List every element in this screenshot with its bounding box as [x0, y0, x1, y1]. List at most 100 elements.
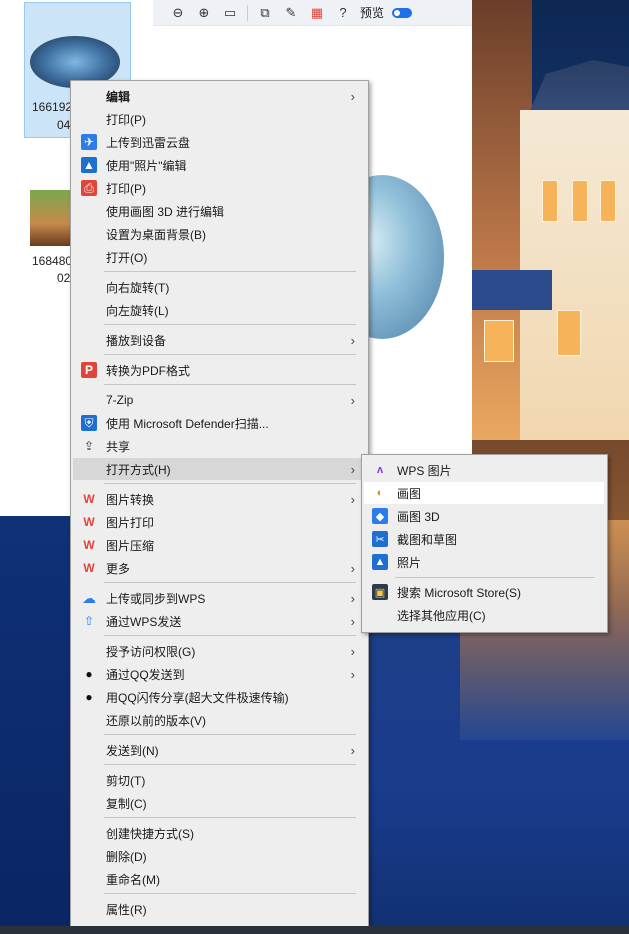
menu-item-cut[interactable]: 剪切(T) — [73, 769, 365, 791]
menu-separator — [104, 271, 356, 272]
submenu-item-snip-sketch[interactable]: ✂ 截图和草图 — [364, 528, 604, 550]
file-name-line2[interactable]: 04 — [57, 118, 70, 132]
send-icon: ⇧ — [83, 614, 95, 628]
submenu-item-choose-other-app[interactable]: 选择其他应用(C) — [364, 604, 604, 626]
menu-item-open[interactable]: 打开(O) — [73, 246, 365, 268]
menu-item-edit[interactable]: 编辑 › — [73, 85, 365, 107]
file-name-line1[interactable]: 168480 — [32, 254, 72, 268]
submenu-item-search-store[interactable]: ▣ 搜索 Microsoft Store(S) — [364, 581, 604, 603]
menu-item-send-to[interactable]: 发送到(N) › — [73, 739, 365, 761]
menu-item-delete[interactable]: 删除(D) — [73, 845, 365, 867]
photos-icon: ▲ — [81, 157, 97, 173]
menu-item-more[interactable]: W 更多 › — [73, 557, 365, 579]
submenu-item-label: 搜索 Microsoft Store(S) — [397, 585, 522, 600]
menu-item-label: 上传到迅雷云盘 — [106, 135, 191, 150]
wps-icon: W — [83, 492, 95, 506]
pdf-icon: P — [81, 362, 97, 378]
print-icon[interactable]: ▭ — [221, 4, 239, 22]
menu-item-label: 使用"照片"编辑 — [106, 158, 187, 173]
snip-icon: ✂ — [372, 531, 388, 547]
file-thumbnail[interactable] — [30, 190, 72, 246]
menu-item-wps-send[interactable]: ⇧ 通过WPS发送 › — [73, 610, 365, 632]
menu-item-rotate-left[interactable]: 向左旋转(L) — [73, 299, 365, 321]
submenu-item-label: WPS 图片 — [397, 463, 452, 478]
menu-item-label: 编辑 — [106, 89, 131, 104]
menu-item-image-compress[interactable]: W 图片压缩 — [73, 534, 365, 556]
apps-icon[interactable]: ▦ — [308, 4, 326, 22]
menu-item-rename[interactable]: 重命名(M) — [73, 868, 365, 890]
menu-item-7zip[interactable]: 7-Zip › — [73, 389, 365, 411]
menu-item-label: 剪切(T) — [106, 773, 146, 788]
chevron-right-icon: › — [350, 613, 355, 629]
menu-item-image-convert[interactable]: W 图片转换 › — [73, 488, 365, 510]
menu-item-open-with[interactable]: 打开方式(H) › — [73, 458, 365, 480]
toolbar-divider — [247, 4, 248, 21]
menu-separator — [104, 734, 356, 735]
menu-item-label: 创建快捷方式(S) — [106, 826, 194, 841]
menu-item-qq-flash-share[interactable]: ● 用QQ闪传分享(超大文件极速传输) — [73, 686, 365, 708]
menu-item-grant-access[interactable]: 授予访问权限(G) › — [73, 640, 365, 662]
menu-item-properties[interactable]: 属性(R) — [73, 898, 365, 920]
zoom-out-icon[interactable]: ⊖ — [169, 4, 187, 22]
submenu-item-label: 画图 — [397, 486, 422, 501]
menu-item-label: 用QQ闪传分享(超大文件极速传输) — [106, 690, 289, 705]
menu-item-label: 重命名(M) — [106, 872, 160, 887]
menu-item-rotate-right[interactable]: 向右旋转(T) — [73, 276, 365, 298]
qq-icon: ● — [85, 690, 93, 704]
window — [557, 310, 581, 356]
menu-item-share[interactable]: ⇪ 共享 — [73, 435, 365, 457]
help-icon[interactable]: ? — [334, 4, 352, 22]
chevron-right-icon: › — [350, 461, 355, 477]
preview-label: 预览 — [360, 6, 385, 20]
menu-item-label: 上传或同步到WPS — [106, 591, 206, 606]
zoom-in-icon[interactable]: ⊕ — [195, 4, 213, 22]
submenu-item-wps-pictures[interactable]: ʌ WPS 图片 — [364, 459, 604, 481]
menu-separator — [104, 764, 356, 765]
chevron-right-icon: › — [350, 88, 355, 104]
printer-icon: ⎙ — [81, 180, 97, 196]
edit-icon[interactable]: ✎ — [282, 4, 300, 22]
qq-icon: ● — [85, 667, 93, 681]
menu-item-convert-pdf[interactable]: P 转换为PDF格式 — [73, 359, 365, 381]
submenu-item-paint3d[interactable]: ◆ 画图 3D — [364, 505, 604, 527]
window — [484, 320, 514, 362]
menu-item-cast-to-device[interactable]: 播放到设备 › — [73, 329, 365, 351]
copy-icon[interactable]: ⧉ — [256, 4, 274, 22]
menu-item-create-shortcut[interactable]: 创建快捷方式(S) — [73, 822, 365, 844]
menu-item-label: 复制(C) — [106, 796, 147, 811]
menu-item-label: 打印(P) — [106, 112, 146, 127]
menu-item-set-wallpaper[interactable]: 设置为桌面背景(B) — [73, 223, 365, 245]
menu-item-copy[interactable]: 复制(C) — [73, 792, 365, 814]
chevron-right-icon: › — [350, 560, 355, 576]
menu-item-label: 设置为桌面背景(B) — [106, 227, 206, 242]
menu-item-qq-send[interactable]: ● 通过QQ发送到 › — [73, 663, 365, 685]
submenu-separator — [395, 577, 595, 578]
menu-separator — [104, 324, 356, 325]
context-menu: 编辑 › 打印(P) ✈ 上传到迅雷云盘 ▲ 使用"照片"编辑 ⎙ 打印(P) … — [70, 80, 369, 927]
submenu-item-photos[interactable]: ▲ 照片 — [364, 551, 604, 573]
menu-item-xunlei-upload[interactable]: ✈ 上传到迅雷云盘 — [73, 131, 365, 153]
defender-icon: ⛨ — [81, 415, 97, 431]
chevron-right-icon: › — [350, 392, 355, 408]
submenu-item-paint[interactable]: ◐ 画图 — [364, 482, 604, 504]
menu-item-label: 7-Zip — [106, 393, 134, 407]
menu-item-print[interactable]: 打印(P) — [73, 108, 365, 130]
chevron-right-icon: › — [350, 491, 355, 507]
menu-item-paint3d-edit[interactable]: 使用画图 3D 进行编辑 — [73, 200, 365, 222]
chevron-right-icon: › — [350, 666, 355, 682]
menu-item-wps-sync[interactable]: ☁ 上传或同步到WPS › — [73, 587, 365, 609]
menu-item-label: 删除(D) — [106, 849, 147, 864]
menu-item-label: 还原以前的版本(V) — [106, 713, 206, 728]
menu-item-label: 打印(P) — [106, 181, 146, 196]
submenu-item-label: 照片 — [397, 555, 422, 570]
preview-toggle[interactable] — [392, 7, 413, 18]
menu-item-image-print[interactable]: W 图片打印 — [73, 511, 365, 533]
file-name-line2[interactable]: 02 — [57, 271, 70, 285]
menu-item-restore-versions[interactable]: 还原以前的版本(V) — [73, 709, 365, 731]
menu-item-defender-scan[interactable]: ⛨ 使用 Microsoft Defender扫描... — [73, 412, 365, 434]
file-name-line1[interactable]: 166192 — [32, 100, 72, 114]
xunlei-icon: ✈ — [81, 134, 97, 150]
menu-item-edit-with-photos[interactable]: ▲ 使用"照片"编辑 — [73, 154, 365, 176]
chevron-right-icon: › — [350, 332, 355, 348]
menu-item-print-2[interactable]: ⎙ 打印(P) — [73, 177, 365, 199]
